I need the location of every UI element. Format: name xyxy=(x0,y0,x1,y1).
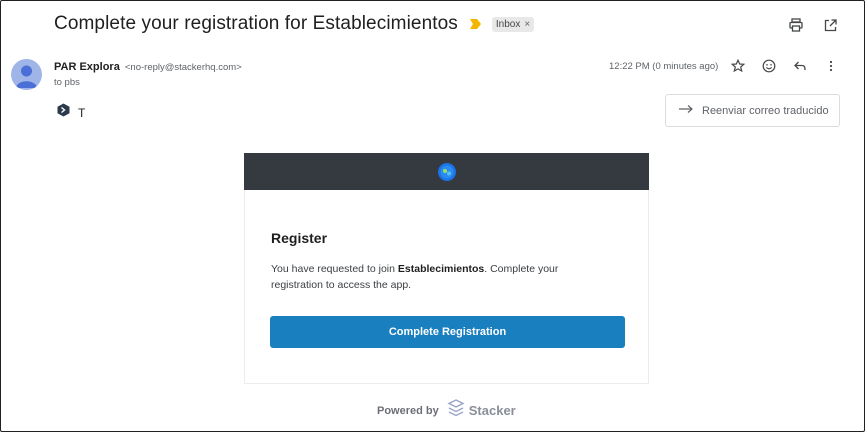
email-view: Complete your registration for Estableci… xyxy=(0,0,865,432)
remove-label-icon[interactable]: × xyxy=(524,19,530,30)
sender-name[interactable]: PAR Explora xyxy=(54,61,120,73)
star-icon[interactable] xyxy=(730,58,746,74)
translate-icon[interactable] xyxy=(57,103,70,122)
email-card-header xyxy=(244,153,649,190)
sender-row: PAR Explora <no-reply@stackerhq.com> xyxy=(54,61,242,73)
email-subject: Complete your registration for Estableci… xyxy=(54,13,458,34)
open-new-window-icon[interactable] xyxy=(822,17,838,33)
forward-translated-button[interactable]: Reenviar correo traducido xyxy=(665,94,840,127)
stacker-logo-icon xyxy=(447,399,465,422)
card-title: Register xyxy=(271,230,328,246)
forward-translated-label: Reenviar correo traducido xyxy=(702,104,829,117)
arrow-right-icon xyxy=(678,104,694,117)
message-actions xyxy=(730,58,839,74)
inbox-label-chip: Inbox × xyxy=(491,16,535,32)
translated-text-preview: T xyxy=(78,105,86,120)
emoji-icon[interactable] xyxy=(761,58,777,74)
subject-row: Complete your registration for Estableci… xyxy=(54,13,535,35)
translate-row: T xyxy=(57,103,85,122)
more-icon[interactable] xyxy=(823,58,839,74)
app-logo-icon xyxy=(437,162,456,181)
avatar[interactable] xyxy=(11,59,42,90)
complete-registration-button[interactable]: Complete Registration xyxy=(270,316,625,348)
label-text: Inbox xyxy=(495,18,521,30)
recipient-row[interactable]: to pbs xyxy=(54,77,80,88)
email-timestamp: 12:22 PM (0 minutes ago) xyxy=(609,61,719,72)
top-actions xyxy=(788,17,838,33)
print-icon[interactable] xyxy=(788,17,804,33)
card-message: You have requested to join Establecimien… xyxy=(271,261,611,293)
powered-by-text: Powered by xyxy=(377,404,439,417)
message-prefix: You have requested to join xyxy=(271,263,398,275)
stacker-brand: Stacker xyxy=(447,399,516,422)
email-card: Register You have requested to join Esta… xyxy=(244,190,649,384)
stacker-name: Stacker xyxy=(468,403,516,418)
powered-by-footer[interactable]: Powered by Stacker xyxy=(377,399,516,422)
important-marker-icon[interactable] xyxy=(469,18,482,30)
reply-icon[interactable] xyxy=(792,58,808,74)
app-name: Establecimientos xyxy=(397,263,485,275)
sender-email: <no-reply@stackerhq.com> xyxy=(124,62,242,73)
